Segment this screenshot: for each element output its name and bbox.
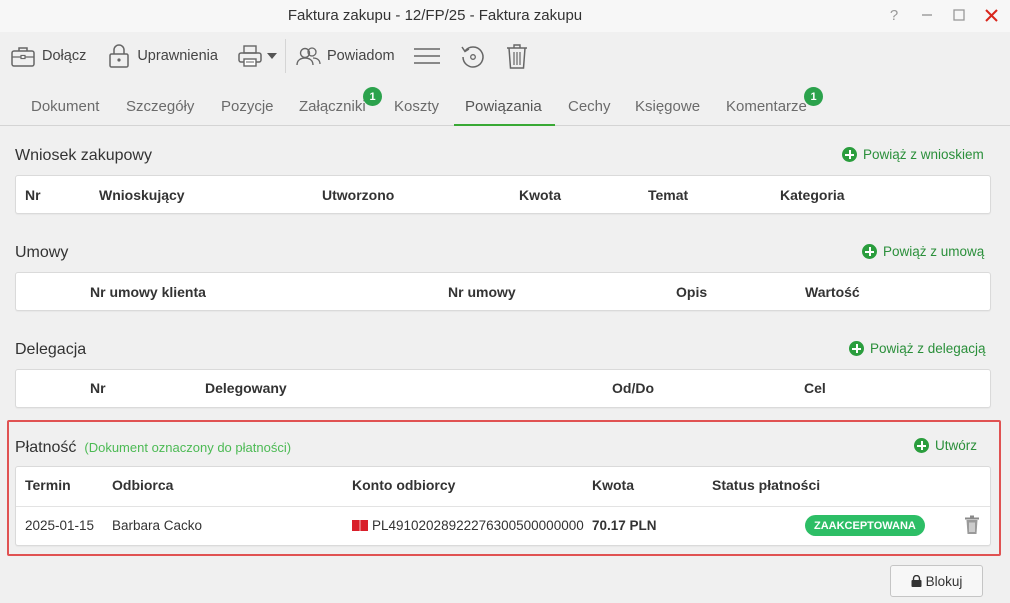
pl-flag-icon — [352, 520, 368, 531]
create-payment-button[interactable]: Utwórz — [914, 438, 977, 453]
tab-komentarze[interactable]: Komentarze — [715, 84, 818, 126]
link-purchase-request-label: Powiąż z wnioskiem — [863, 147, 984, 162]
purchase-request-table: Nr Wnioskujący Utworzono Kwota Temat Kat… — [15, 175, 991, 214]
users-icon — [294, 42, 322, 70]
permissions-label: Uprawnienia — [137, 48, 218, 64]
payment-title: Płatność (Dokument oznaczony do płatności… — [15, 439, 291, 457]
window-title: Faktura zakupu - 12/FP/25 - Faktura zaku… — [287, 7, 583, 24]
chevron-down-icon[interactable] — [266, 52, 277, 60]
table-row[interactable]: 2025-01-15 Barbara Cacko PL4910202892227… — [16, 507, 990, 547]
tab-ksiegowe[interactable]: Księgowe — [624, 84, 711, 126]
lock-icon — [911, 575, 922, 587]
column-header[interactable]: Wartość — [805, 284, 860, 300]
attachments-count-badge: 1 — [363, 87, 382, 106]
payment-account-number: PL49102028922276300500000000 — [372, 518, 584, 533]
purchase-request-title: Wniosek zakupowy — [15, 147, 152, 164]
permissions-button[interactable]: Uprawnienia — [106, 36, 218, 76]
column-header[interactable]: Delegowany — [205, 380, 287, 396]
column-header[interactable]: Kwota — [592, 477, 634, 493]
column-header[interactable]: Termin — [25, 477, 71, 493]
help-icon[interactable]: ? — [882, 4, 906, 26]
link-delegation-button[interactable]: Powiąż z delegacją — [849, 341, 986, 356]
status-badge: ZAAKCEPTOWANA — [805, 515, 925, 536]
payment-account: PL49102028922276300500000000 — [352, 518, 584, 533]
title-bar: Faktura zakupu - 12/FP/25 - Faktura zaku… — [0, 0, 1010, 32]
tab-szczegoly[interactable]: Szczegóły — [115, 84, 205, 126]
payment-title-text: Płatność — [15, 439, 77, 456]
contracts-table: Nr umowy klienta Nr umowy Opis Wartość — [15, 272, 991, 311]
column-header[interactable]: Nr — [25, 187, 41, 203]
payment-recipient: Barbara Cacko — [112, 518, 203, 533]
lock-icon — [106, 42, 132, 70]
trash-icon — [505, 42, 529, 70]
column-header[interactable]: Od/Do — [612, 380, 654, 396]
payment-due-date: 2025-01-15 — [25, 518, 95, 533]
delegation-table: Nr Delegowany Od/Do Cel — [15, 369, 991, 408]
tab-pozycje[interactable]: Pozycje — [210, 84, 285, 126]
plus-circle-icon — [842, 147, 857, 162]
column-header[interactable]: Cel — [804, 380, 826, 396]
close-icon[interactable] — [979, 4, 1003, 26]
payment-table: Termin Odbiorca Konto odbiorcy Kwota Sta… — [15, 466, 991, 546]
column-header[interactable]: Nr umowy — [448, 284, 516, 300]
tab-dokument[interactable]: Dokument — [20, 84, 110, 126]
menu-button[interactable] — [413, 36, 441, 76]
minimize-icon[interactable] — [915, 4, 939, 26]
plus-circle-icon — [914, 438, 929, 453]
payment-amount: 70.17 PLN — [592, 518, 657, 533]
column-header[interactable]: Wnioskujący — [99, 187, 185, 203]
lock-button-label: Blokuj — [925, 573, 963, 589]
maximize-icon[interactable] — [947, 4, 971, 26]
column-header[interactable]: Status płatności — [712, 477, 820, 493]
notify-label: Powiadom — [326, 48, 395, 64]
tab-powiazania[interactable]: Powiązania — [454, 84, 555, 126]
attach-label: Dołącz — [42, 48, 87, 64]
contracts-title: Umowy — [15, 244, 69, 261]
column-header[interactable]: Opis — [676, 284, 707, 300]
briefcase-icon — [9, 42, 37, 70]
delegation-title: Delegacja — [15, 341, 87, 358]
create-payment-label: Utwórz — [935, 438, 978, 453]
tab-cechy[interactable]: Cechy — [557, 84, 622, 126]
payment-note: (Dokument oznaczony do płatności) — [84, 440, 292, 455]
delete-button[interactable] — [505, 36, 529, 76]
column-header[interactable]: Kwota — [519, 187, 561, 203]
column-header[interactable]: Odbiorca — [112, 477, 173, 493]
tab-bar: Dokument Szczegóły Pozycje Załączniki 1 … — [0, 84, 1010, 126]
tab-koszty[interactable]: Koszty — [383, 84, 450, 126]
column-header[interactable]: Utworzono — [322, 187, 394, 203]
link-delegation-label: Powiąż z delegacją — [870, 341, 986, 356]
delete-row-trash-icon[interactable] — [964, 515, 980, 538]
tab-zalaczniki[interactable]: Załączniki — [288, 84, 377, 126]
print-button[interactable] — [236, 36, 277, 76]
notify-button[interactable]: Powiadom — [294, 36, 395, 76]
plus-circle-icon — [849, 341, 864, 356]
plus-circle-icon — [862, 244, 877, 259]
column-header[interactable]: Temat — [648, 187, 688, 203]
menu-icon — [413, 42, 441, 70]
history-icon — [459, 42, 487, 70]
lock-button[interactable]: Blokuj — [890, 565, 983, 597]
printer-icon — [236, 42, 264, 70]
history-button[interactable] — [459, 36, 487, 76]
toolbar-divider — [284, 39, 286, 73]
column-header[interactable]: Kategoria — [780, 187, 845, 203]
column-header[interactable]: Konto odbiorcy — [352, 477, 455, 493]
column-header[interactable]: Nr — [90, 380, 106, 396]
link-contract-label: Powiąż z umową — [883, 244, 985, 259]
toolbar: Dołącz Uprawnienia Powiadom — [0, 34, 1010, 78]
column-header[interactable]: Nr umowy klienta — [90, 284, 206, 300]
attach-button[interactable]: Dołącz — [9, 36, 86, 76]
link-purchase-request-button[interactable]: Powiąż z wnioskiem — [842, 147, 984, 162]
link-contract-button[interactable]: Powiąż z umową — [862, 244, 984, 259]
comments-count-badge: 1 — [804, 87, 823, 106]
